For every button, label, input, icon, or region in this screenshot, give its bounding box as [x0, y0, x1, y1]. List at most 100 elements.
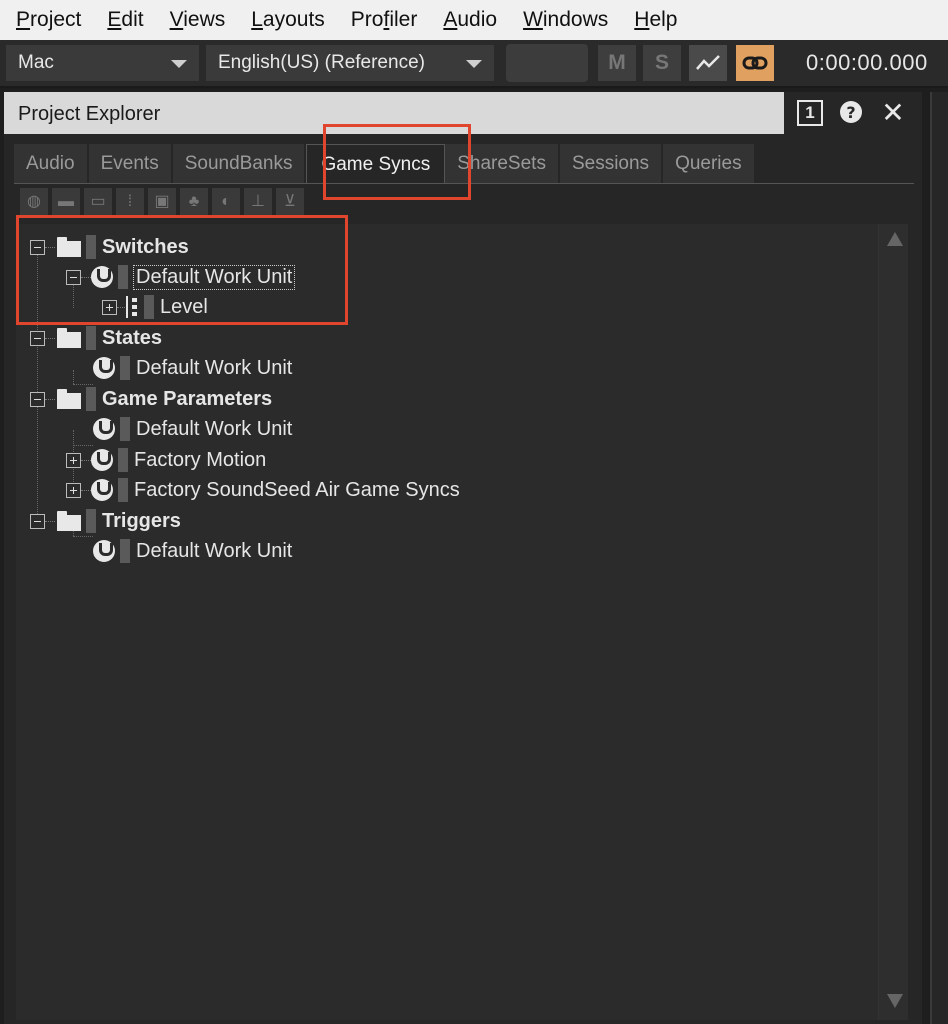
tree-connector	[81, 459, 91, 461]
panel-header: Project Explorer	[4, 92, 784, 134]
tree-connector	[73, 536, 93, 537]
tree-item-triggers[interactable]: Triggers	[30, 506, 181, 536]
close-icon[interactable]: ✕	[879, 99, 907, 127]
expand-icon[interactable]	[102, 299, 117, 315]
tree-item-level[interactable]: Level	[102, 292, 208, 322]
time-display: 0:00:00.000	[806, 50, 928, 75]
tree-item-states-default-work-unit[interactable]: Default Work Unit	[93, 353, 292, 383]
graph-button[interactable]	[689, 45, 727, 81]
panel-header-controls: 1 ? ✕	[784, 92, 922, 134]
tab-game-syncs[interactable]: Game Syncs	[306, 144, 446, 184]
mute-button[interactable]: M	[598, 45, 636, 81]
work-unit-icon	[93, 357, 115, 379]
scroll-down-icon[interactable]	[887, 994, 903, 1008]
tree-item-factory-motion[interactable]: Factory Motion	[66, 445, 266, 475]
new-trigger-icon[interactable]: ◐	[212, 188, 240, 216]
graph-icon	[696, 55, 720, 70]
color-swatch	[118, 478, 128, 502]
menu-layouts[interactable]: Layouts	[238, 0, 338, 40]
color-swatch	[118, 448, 128, 472]
color-swatch	[118, 265, 128, 289]
tree-item-triggers-default-work-unit[interactable]: Default Work Unit	[93, 536, 292, 566]
menu-windows[interactable]: Windows	[510, 0, 621, 40]
tab-sessions[interactable]: Sessions	[559, 144, 664, 184]
color-swatch	[120, 356, 130, 380]
new-item-icon[interactable]: ⊻	[276, 188, 304, 216]
tabs-divider	[14, 183, 914, 184]
tree-item-states[interactable]: States	[30, 323, 162, 353]
color-swatch	[120, 539, 130, 563]
adjacent-panel-edge	[930, 92, 948, 1024]
tree-item-factory-soundseed[interactable]: Factory SoundSeed Air Game Syncs	[66, 475, 460, 505]
tree-item-switches-default-work-unit[interactable]: Default Work Unit	[66, 262, 296, 292]
folder-icon	[57, 328, 81, 348]
tree-item-game-parameters[interactable]: Game Parameters	[30, 384, 272, 414]
new-state-group-icon[interactable]: ▣	[148, 188, 176, 216]
tree-item-switches[interactable]: Switches	[30, 232, 189, 262]
toolbar-blank-field[interactable]	[506, 44, 588, 82]
menu-views[interactable]: Views	[157, 0, 239, 40]
work-unit-icon	[93, 540, 115, 562]
tree-connector	[45, 398, 55, 400]
work-unit-icon	[91, 266, 113, 288]
project-explorer-panel: Project Explorer 1 ? ✕ Audio Events Soun…	[4, 92, 922, 1024]
menu-edit[interactable]: Edit	[94, 0, 156, 40]
menu-audio[interactable]: Audio	[430, 0, 510, 40]
explorer-tabs: Audio Events SoundBanks Game Syncs Share…	[14, 144, 756, 184]
collapse-icon[interactable]	[30, 391, 45, 407]
folder-icon	[57, 511, 81, 531]
tree-connector	[45, 246, 55, 248]
panel-title: Project Explorer	[18, 103, 161, 125]
menu-profiler[interactable]: Profiler	[338, 0, 431, 40]
folder-icon	[57, 389, 81, 409]
tree-item-label: Game Parameters	[102, 387, 273, 410]
tab-audio[interactable]: Audio	[14, 144, 89, 184]
menu-project[interactable]: Project	[0, 0, 94, 40]
game-syncs-tree: Switches Default Work Unit Level States	[16, 224, 878, 1020]
tree-scrollbar[interactable]	[878, 224, 908, 1020]
new-game-parameter-icon[interactable]: ♣	[180, 188, 208, 216]
collapse-icon[interactable]	[30, 513, 45, 529]
tab-soundbanks[interactable]: SoundBanks	[172, 144, 307, 184]
instance-number-icon[interactable]: 1	[797, 100, 823, 126]
tab-sharesets[interactable]: ShareSets	[445, 144, 560, 184]
menu-help[interactable]: Help	[621, 0, 690, 40]
expand-icon[interactable]	[66, 482, 81, 498]
platform-dropdown[interactable]: Mac	[5, 44, 200, 82]
color-swatch	[144, 295, 154, 319]
work-unit-icon	[91, 479, 113, 501]
tree-item-label: Triggers	[102, 509, 181, 532]
new-virtual-folder-icon[interactable]: ▭	[84, 188, 112, 216]
tree-item-label: Default Work Unit	[136, 539, 293, 562]
tree-connector	[81, 276, 91, 278]
new-folder-icon[interactable]: ▬	[52, 188, 80, 216]
help-icon[interactable]: ?	[839, 100, 863, 126]
tree-item-label: Level	[160, 295, 208, 318]
scroll-up-icon[interactable]	[887, 232, 903, 246]
dropdown-arrow-icon	[466, 60, 482, 68]
new-argument-icon[interactable]: ⊥	[244, 188, 272, 216]
collapse-icon[interactable]	[30, 239, 45, 255]
tab-queries[interactable]: Queries	[663, 144, 756, 184]
tab-events[interactable]: Events	[88, 144, 173, 184]
explorer-icon-toolbar: ◍ ▬ ▭ ⁞ ▣ ♣ ◐ ⊥ ⊻	[20, 188, 304, 216]
tree-connector	[45, 520, 55, 522]
color-swatch	[86, 235, 96, 259]
solo-button[interactable]: S	[643, 45, 681, 81]
switch-group-icon	[125, 296, 139, 318]
tree-connector	[117, 306, 125, 308]
collapse-icon[interactable]	[66, 269, 81, 285]
new-work-unit-icon[interactable]: ◍	[20, 188, 48, 216]
link-button[interactable]	[736, 45, 774, 81]
expand-icon[interactable]	[66, 452, 81, 468]
dropdown-arrow-icon	[171, 60, 187, 68]
tree-connector	[73, 370, 74, 384]
tree-item-game-parameters-default-work-unit[interactable]: Default Work Unit	[93, 414, 292, 444]
work-unit-icon	[91, 449, 113, 471]
color-swatch	[86, 509, 96, 533]
collapse-icon[interactable]	[30, 330, 45, 346]
svg-text:?: ?	[846, 103, 855, 122]
color-swatch	[120, 417, 130, 441]
new-switch-group-icon[interactable]: ⁞	[116, 188, 144, 216]
language-dropdown[interactable]: English(US) (Reference)	[205, 44, 495, 82]
